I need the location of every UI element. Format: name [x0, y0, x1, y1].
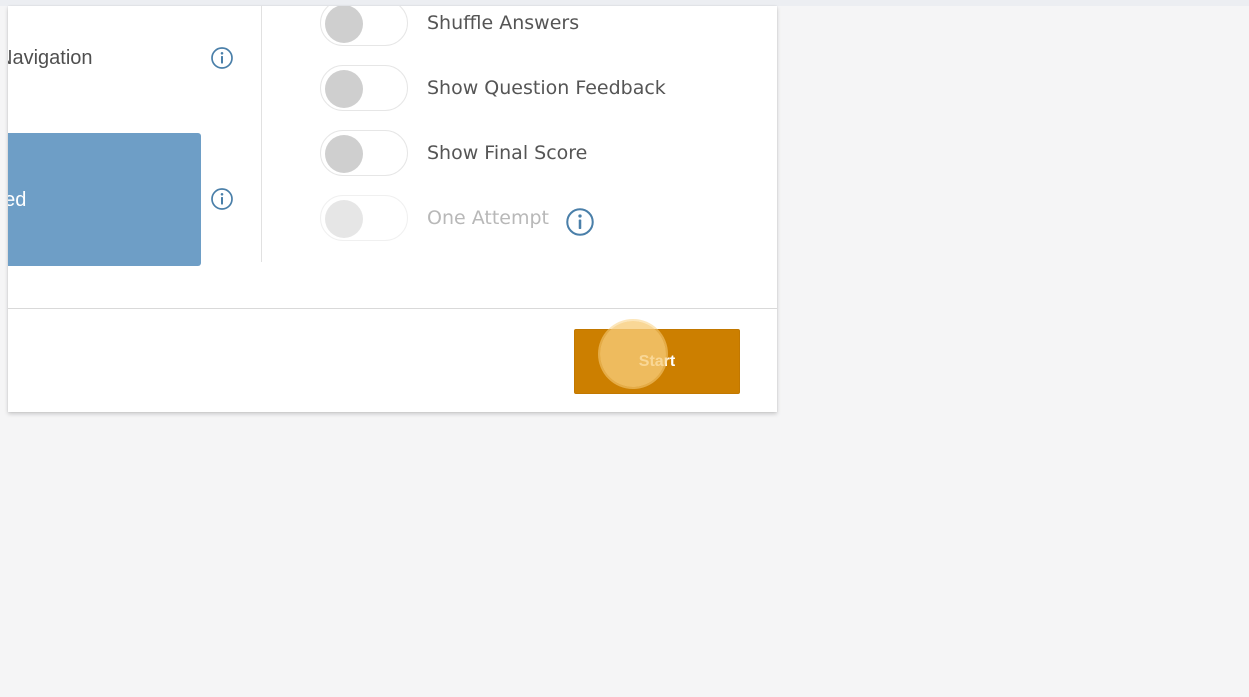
- show-final-score-label: Show Final Score: [427, 142, 588, 164]
- navigation-label: Navigation: [8, 46, 93, 70]
- start-button[interactable]: Start: [574, 329, 740, 394]
- one-attempt-label: One Attempt: [427, 207, 549, 229]
- toggle-knob: [325, 200, 363, 238]
- shuffle-answers-label: Shuffle Answers: [427, 12, 580, 34]
- toggle-knob: [325, 135, 363, 173]
- toggle-knob: [325, 70, 363, 108]
- toggle-row-show-final-score: Show Final Score: [320, 130, 760, 178]
- teacher-paced-label: Teacher Paced: [8, 189, 27, 211]
- pace-info-icon[interactable]: [211, 188, 233, 210]
- toggle-row-show-question-feedback: Show Question Feedback: [320, 65, 760, 113]
- toggle-row-shuffle-answers: Shuffle Answers: [320, 6, 760, 48]
- navigation-info-icon[interactable]: [211, 47, 233, 69]
- toggle-knob: [325, 6, 363, 43]
- shuffle-answers-toggle[interactable]: [320, 6, 408, 46]
- show-question-feedback-toggle[interactable]: [320, 65, 408, 111]
- start-button-label: Start: [638, 352, 676, 370]
- navigation-label-text: Navigation: [8, 47, 93, 69]
- teacher-paced-option-button[interactable]: Teacher Paced: [8, 133, 201, 266]
- one-attempt-info-icon[interactable]: [566, 208, 594, 236]
- toggle-row-one-attempt: One Attempt: [320, 195, 760, 243]
- column-divider: [261, 6, 262, 262]
- one-attempt-toggle[interactable]: [320, 195, 408, 241]
- show-question-feedback-label: Show Question Feedback: [427, 77, 666, 99]
- assignment-settings-card: Navigation Teacher Paced Shuffle Answers…: [8, 6, 777, 412]
- show-final-score-toggle[interactable]: [320, 130, 408, 176]
- footer-divider: [8, 308, 777, 309]
- left-options-column: Navigation Teacher Paced: [8, 6, 261, 309]
